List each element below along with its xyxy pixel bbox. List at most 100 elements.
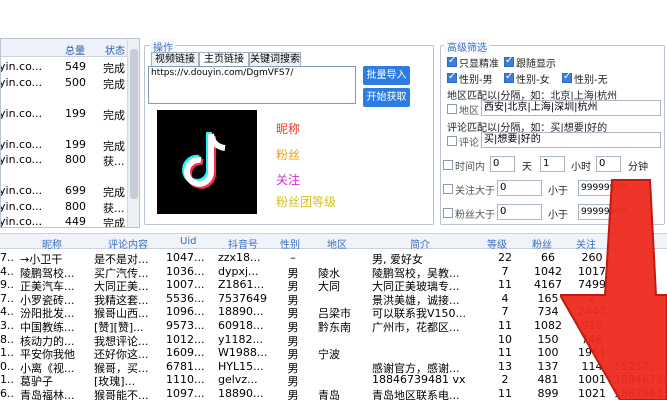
region-label: 地区 — [459, 106, 479, 117]
follow-min-input[interactable]: 0 — [497, 180, 542, 196]
cell-douyin-id: 18890... — [218, 387, 264, 400]
list-item[interactable] — [1, 121, 129, 137]
column-level[interactable]: 等级 — [487, 236, 507, 251]
time-checkbox[interactable] — [443, 160, 453, 170]
task-name: yin.co... — [0, 75, 43, 89]
cell-uid: 1609... — [166, 346, 205, 360]
task-list[interactable]: 总量 状态 yin.co... 549 完成 yin.co... 500 完成 yin.co… — [0, 38, 140, 228]
cell-uid: 1096... — [166, 305, 205, 319]
list-item[interactable] — [1, 168, 129, 184]
list-item[interactable]: yin.co... 199 完成 — [1, 106, 129, 122]
time-minute-unit: 分钟 — [628, 162, 648, 173]
column-uid[interactable]: Uid — [180, 236, 196, 247]
gender-male-label: 性别-男 — [459, 75, 493, 86]
list-item[interactable]: yin.co... 549 完成 — [1, 59, 129, 75]
list-item[interactable] — [1, 90, 129, 106]
gender-none-checkbox[interactable] — [562, 71, 572, 83]
list-item[interactable]: yin.co... 699 完成 — [1, 183, 129, 199]
time-label: 时间内 — [455, 162, 485, 173]
cell-level: 11 — [498, 278, 512, 292]
row-prefix: 7... — [0, 251, 14, 264]
column-bio[interactable]: 简介 — [410, 236, 430, 251]
task-total: 199 — [65, 137, 86, 151]
gender-female-checkbox[interactable] — [504, 71, 514, 83]
row-prefix: 0... — [0, 359, 14, 373]
column-region[interactable]: 地区 — [327, 236, 347, 251]
cell-douyin-id: HYL15... — [218, 359, 264, 373]
list-item[interactable]: yin.co... 800 获... — [1, 199, 129, 215]
cell-uid: 1047... — [166, 251, 205, 264]
gender-female-label: 性别-女 — [516, 75, 550, 86]
batch-import-button[interactable]: 批量导入 — [363, 66, 410, 85]
tab-keyword-search[interactable]: 关键词搜索 — [249, 52, 301, 67]
cell-level: 11 — [498, 346, 512, 360]
row-prefix: 4... — [0, 305, 14, 319]
task-name: yin.co... — [0, 153, 43, 166]
time-day-input[interactable]: 0 — [490, 156, 515, 172]
follow-gt-checkbox[interactable] — [443, 184, 453, 194]
follow-label: 关注 — [276, 173, 301, 187]
douyin-logo-icon — [182, 132, 226, 189]
column-douyin-id[interactable]: 抖音号 — [228, 236, 258, 251]
column-gender[interactable]: 性别 — [280, 236, 300, 251]
follow-gt-label: 关注大于 — [455, 186, 495, 197]
task-name: yin.co... — [0, 60, 43, 73]
cell-level: 22 — [498, 251, 512, 264]
gender-male-checkbox[interactable] — [447, 71, 457, 83]
comment-checkbox[interactable] — [447, 136, 457, 146]
tab-video-link[interactable]: 视频链接 — [151, 52, 199, 67]
list-item[interactable]: yin.co... 500 完成 — [1, 75, 129, 91]
column-nickname[interactable]: 昵称 — [42, 236, 62, 251]
fans-min-input[interactable]: 0 — [497, 204, 542, 220]
gender-none-label: 性别-无 — [574, 75, 608, 86]
filter-title: 高级筛选 — [444, 39, 490, 54]
task-name: yin.co... — [0, 215, 43, 228]
list-item[interactable]: yin.co... 449 完成 — [0, 214, 129, 228]
column-status[interactable]: 状态 — [105, 42, 125, 57]
row-prefix: 4... — [0, 264, 14, 278]
task-name: yin.co... — [0, 106, 43, 120]
time-minute-input[interactable]: 0 — [596, 156, 621, 172]
region-input[interactable]: 西安|北京|上海|深圳|杭州 — [481, 100, 661, 116]
task-name: yin.co... — [0, 199, 43, 213]
tab-home-link[interactable]: 主页链接 — [199, 52, 249, 67]
task-total: 800 — [65, 153, 86, 166]
fans-gt-checkbox[interactable] — [443, 208, 453, 218]
task-list-scrollbar[interactable] — [127, 39, 139, 227]
column-comment[interactable]: 评论内容 — [108, 236, 148, 251]
row-prefix: 9... — [0, 278, 14, 292]
cell-douyin-id: 18890... — [218, 305, 264, 319]
task-total: 500 — [65, 75, 86, 89]
column-fans[interactable]: 粉丝 — [532, 236, 552, 251]
cell-level: 10 — [498, 332, 512, 346]
comment-input[interactable]: 买|想要|好的 — [481, 132, 661, 148]
column-total[interactable]: 总量 — [65, 42, 85, 57]
row-prefix: 3... — [0, 319, 14, 332]
follow-show-checkbox[interactable] — [504, 55, 514, 67]
cell-level: 13 — [498, 359, 512, 373]
cell-uid: 6781... — [166, 359, 205, 373]
cell-region: 青岛 — [318, 389, 340, 400]
cell-level: 11 — [498, 319, 512, 332]
list-item[interactable]: yin.co... 199 完成 — [1, 137, 129, 153]
cell-uid: 9573... — [166, 319, 205, 332]
task-total: 800 — [65, 199, 86, 213]
cell-bio: 18846739481 vx — [372, 373, 466, 387]
only-precise-checkbox[interactable] — [447, 55, 457, 67]
region-checkbox[interactable] — [447, 104, 457, 114]
task-status: 完成 — [103, 217, 125, 228]
cell-uid: 1036... — [166, 264, 205, 278]
time-hour-input[interactable]: 1 — [540, 156, 565, 172]
cell-douyin-id: zzx18... — [218, 251, 261, 264]
url-input[interactable]: https://v.douyin.com/DgmVFS7/ — [148, 66, 356, 104]
cell-uid: 1012... — [166, 332, 205, 346]
only-precise-label: 只显精准 — [459, 59, 499, 70]
cell-uid: 1097... — [166, 387, 205, 400]
cell-douyin-id: dypxj... — [218, 264, 259, 278]
cell-level: 4 — [501, 291, 509, 305]
task-name: yin.co... — [0, 137, 43, 151]
start-fetch-button[interactable]: 开始获取 — [363, 88, 410, 107]
comment-label: 评论 — [459, 138, 479, 149]
cell-uid: 5536... — [166, 291, 205, 305]
list-item[interactable]: yin.co... 800 获... — [1, 152, 129, 168]
